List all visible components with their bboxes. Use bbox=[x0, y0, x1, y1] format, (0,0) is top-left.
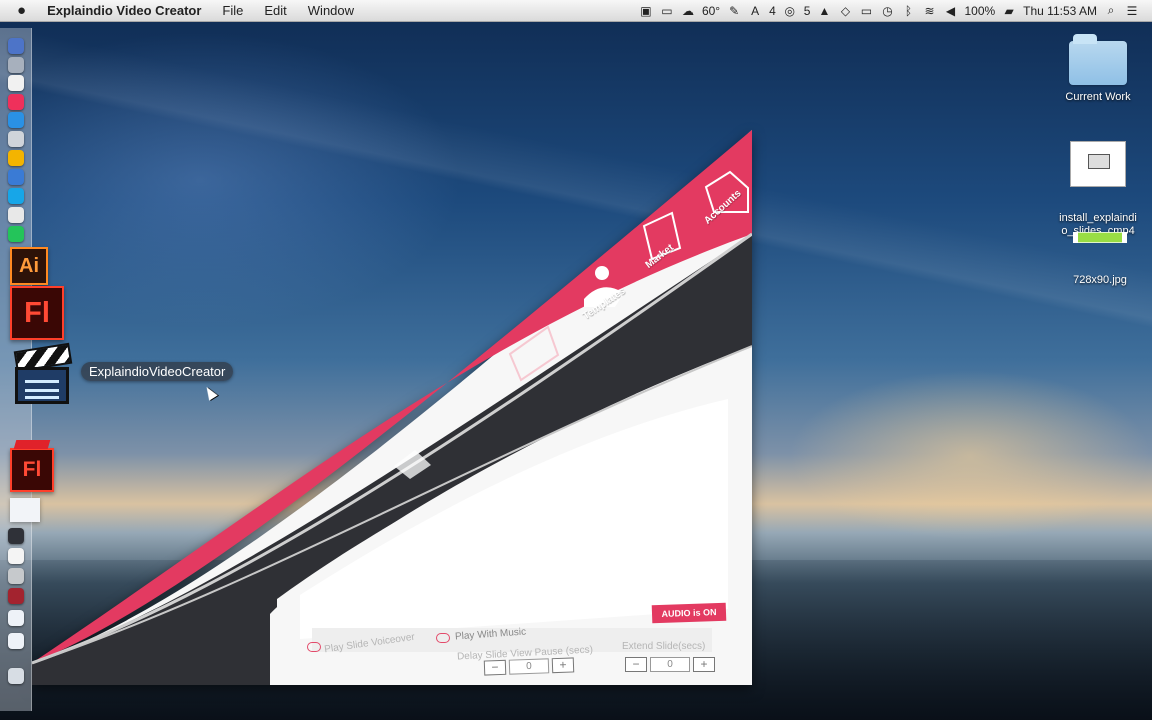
cloud-icon[interactable]: ☁ bbox=[681, 4, 695, 18]
safari-icon[interactable] bbox=[8, 112, 24, 128]
menu-left: ● Explaindio Video Creator File Edit Win… bbox=[17, 0, 354, 21]
sync-icon[interactable]: ◎ bbox=[783, 4, 797, 18]
dropbox-icon[interactable]: ◇ bbox=[838, 4, 852, 18]
templates-person-icon[interactable] bbox=[595, 266, 609, 280]
document-icon[interactable] bbox=[8, 548, 24, 564]
image-file-icon bbox=[1073, 232, 1127, 243]
terminal-icon[interactable] bbox=[8, 528, 24, 544]
battery-icon[interactable]: ▰ bbox=[1002, 4, 1016, 18]
current-work-label: Current Work bbox=[1065, 91, 1131, 103]
document-preview-icon[interactable] bbox=[10, 498, 40, 522]
window-menu[interactable]: Window bbox=[308, 3, 354, 18]
volume-icon[interactable]: ◀ bbox=[943, 4, 957, 18]
explaindio-window-animation[interactable]: Accounts Market Templates Play Slide Voi… bbox=[32, 129, 752, 685]
app-store-icon[interactable] bbox=[8, 169, 24, 185]
current-work-folder[interactable]: Current Work bbox=[1059, 34, 1137, 104]
document-icon bbox=[1070, 141, 1126, 187]
delay-value[interactable]: 0 bbox=[508, 658, 550, 675]
jpg-file[interactable]: 728x90.jpg bbox=[1065, 232, 1135, 287]
clapperboard-body bbox=[15, 367, 69, 404]
extend-minus-button[interactable]: − bbox=[625, 657, 647, 672]
sync-count[interactable]: 5 bbox=[804, 4, 811, 18]
clock-icon[interactable]: ◷ bbox=[880, 4, 894, 18]
play-with-music-checkbox[interactable] bbox=[436, 633, 450, 643]
video-icon[interactable]: ▭ bbox=[660, 4, 674, 18]
bell-icon[interactable]: ▲ bbox=[817, 4, 831, 18]
chrome-icon[interactable] bbox=[8, 150, 24, 166]
explaindio-clapperboard-icon[interactable] bbox=[13, 342, 73, 404]
file-menu[interactable]: File bbox=[222, 3, 243, 18]
pen-icon[interactable]: ✎ bbox=[727, 4, 741, 18]
delay-plus-button[interactable]: + bbox=[551, 657, 575, 674]
audio-on-button[interactable]: AUDIO is ON bbox=[651, 602, 727, 624]
launchpad-icon[interactable] bbox=[8, 57, 24, 73]
control-icon[interactable]: ▣ bbox=[639, 4, 653, 18]
spotlight-icon[interactable]: ⌕ bbox=[1104, 3, 1118, 18]
spotify-icon[interactable] bbox=[8, 226, 24, 242]
delay-minus-button[interactable]: − bbox=[483, 659, 507, 676]
trash-icon[interactable] bbox=[8, 668, 24, 684]
calendar-icon[interactable] bbox=[8, 75, 24, 91]
flash-icon[interactable]: Fl bbox=[10, 286, 64, 340]
media-icon[interactable] bbox=[8, 588, 24, 604]
skype-icon[interactable] bbox=[8, 188, 24, 204]
extend-slide-stepper[interactable]: − 0 + bbox=[625, 657, 715, 672]
adobe-icon[interactable]: A bbox=[748, 4, 762, 18]
weather-text[interactable]: 60° bbox=[702, 4, 720, 18]
extend-value[interactable]: 0 bbox=[650, 657, 690, 672]
extend-slide-label: Extend Slide(secs) bbox=[622, 641, 706, 652]
warped-window-svg bbox=[32, 129, 752, 685]
illustrator-icon[interactable]: Ai bbox=[10, 247, 48, 285]
window-icon[interactable] bbox=[8, 568, 24, 584]
menu-status-area: ▣ ▭ ☁ 60° ✎ A 4 ◎ 5 ▲ ◇ ▭ ◷ ᛒ ≋ ◀ 100% ▰… bbox=[639, 0, 1139, 21]
battery-percent[interactable]: 100% bbox=[964, 4, 995, 18]
preview-icon[interactable] bbox=[8, 207, 24, 223]
delay-slide-stepper[interactable]: − 0 + bbox=[483, 657, 575, 676]
music-icon[interactable] bbox=[8, 94, 24, 110]
flash-small-icon[interactable]: Fl bbox=[10, 448, 54, 492]
apple-menu-icon[interactable]: ● bbox=[17, 3, 26, 18]
file-icon[interactable] bbox=[8, 610, 24, 626]
airplay-icon[interactable]: ▭ bbox=[859, 4, 873, 18]
desktop-background: ● Explaindio Video Creator File Edit Win… bbox=[0, 0, 1152, 720]
system-settings-icon[interactable] bbox=[8, 131, 24, 147]
play-slide-voiceover-checkbox[interactable] bbox=[307, 642, 321, 652]
dock-tooltip: ExplaindioVideoCreator bbox=[81, 362, 234, 381]
folder-icon[interactable] bbox=[8, 633, 24, 649]
finder-icon[interactable] bbox=[8, 38, 24, 54]
wifi-icon[interactable]: ≋ bbox=[922, 4, 936, 18]
edit-menu[interactable]: Edit bbox=[264, 3, 286, 18]
app-menu-name[interactable]: Explaindio Video Creator bbox=[47, 3, 201, 18]
clock-time[interactable]: Thu 11:53 AM bbox=[1023, 4, 1097, 18]
notification-list-icon[interactable]: ☰ bbox=[1125, 4, 1139, 18]
adobe-count[interactable]: 4 bbox=[769, 4, 776, 18]
menu-bar: ● Explaindio Video Creator File Edit Win… bbox=[0, 0, 1152, 22]
extend-plus-button[interactable]: + bbox=[693, 657, 715, 672]
jpg-file-label: 728x90.jpg bbox=[1073, 274, 1127, 286]
bluetooth-icon[interactable]: ᛒ bbox=[901, 4, 915, 18]
folder-icon bbox=[1069, 34, 1127, 85]
